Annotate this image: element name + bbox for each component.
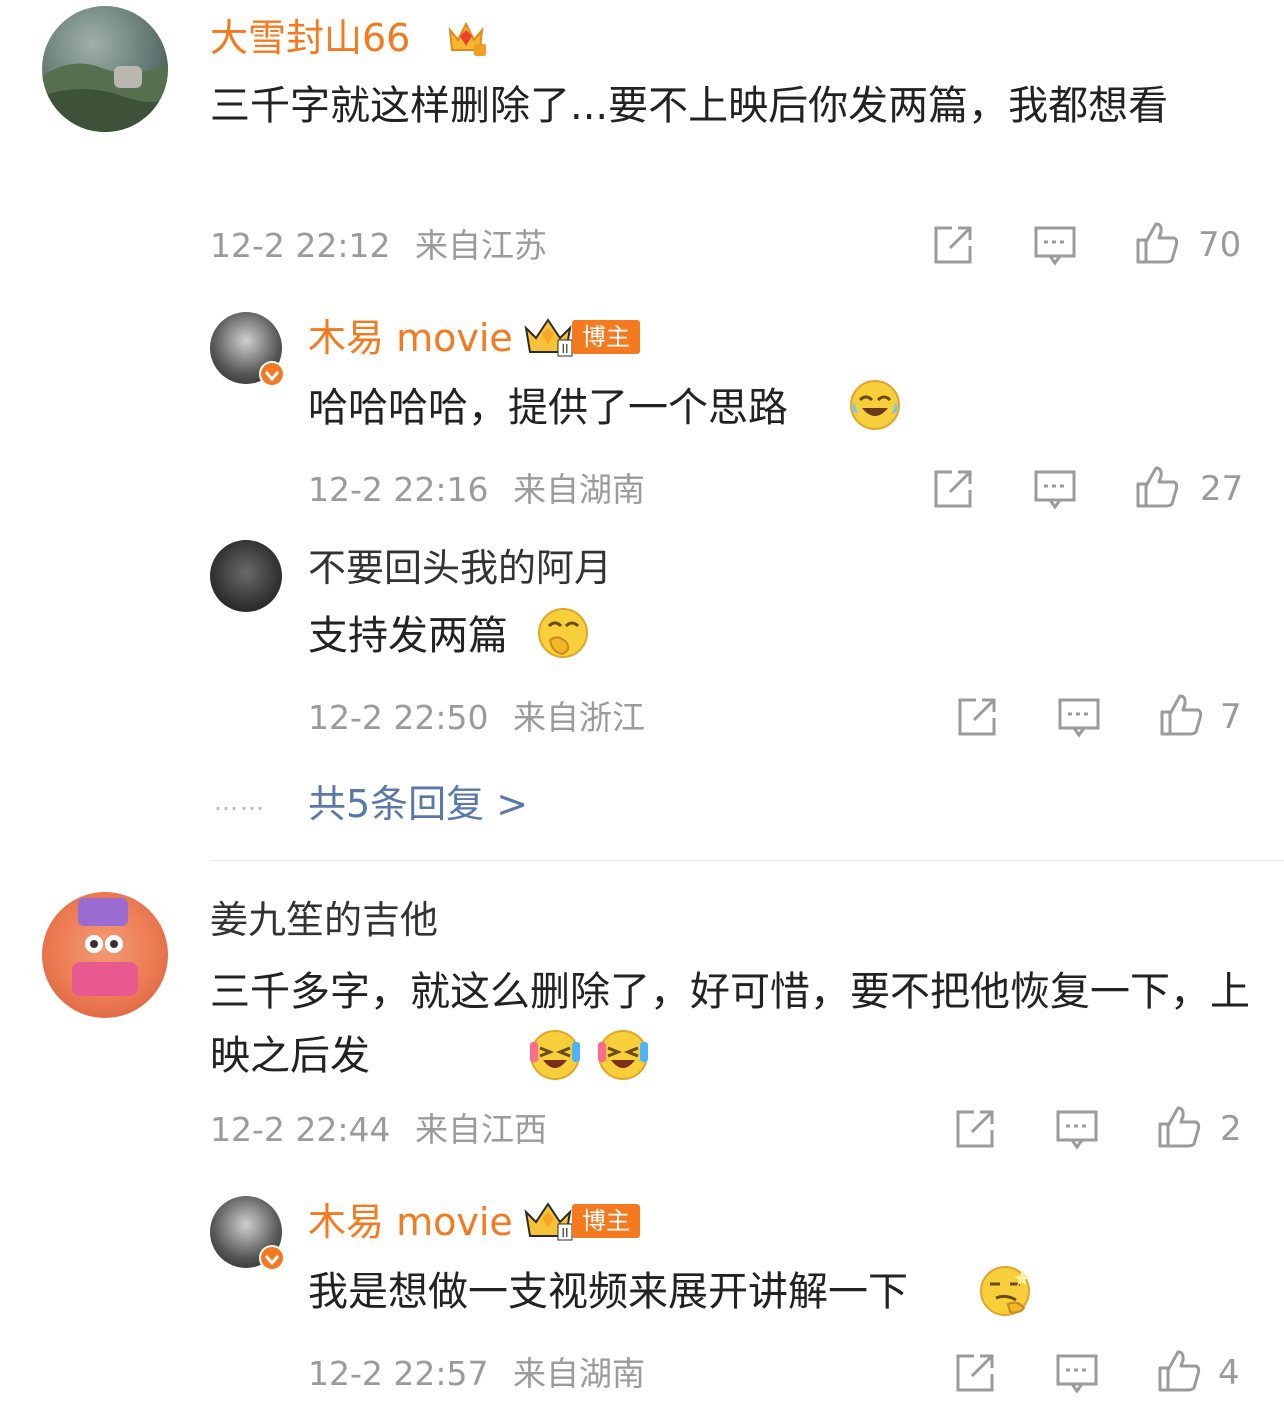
blogger-badge: 博主 xyxy=(572,1204,640,1238)
blogger-badge: 博主 xyxy=(572,320,640,354)
comment-icon[interactable] xyxy=(1032,466,1078,512)
location-text: 来自湖南 xyxy=(513,1354,645,1393)
more-replies-link[interactable]: 共5条回复 > xyxy=(308,782,528,826)
comment-text: 三千字就这样删除了...要不上映后你发两篇，我都想看 xyxy=(210,83,1169,129)
divider xyxy=(210,860,1284,861)
verified-icon xyxy=(259,361,285,387)
svg-text:II: II xyxy=(561,1226,568,1240)
comment-username[interactable]: 姜九笙的吉他 xyxy=(210,898,438,942)
crown-icon: II xyxy=(524,318,573,357)
reply-username[interactable]: 木易 movie xyxy=(308,316,513,360)
share-icon[interactable] xyxy=(952,1350,998,1396)
avatar[interactable] xyxy=(210,540,282,612)
joy-emoji xyxy=(530,1030,580,1080)
avatar[interactable] xyxy=(42,892,168,1018)
location-text: 来自湖南 xyxy=(513,470,645,509)
like-icon[interactable] xyxy=(1134,220,1180,266)
crown-icon: II xyxy=(524,1202,573,1241)
reply-text: 哈哈哈哈，提供了一个思路 xyxy=(308,385,788,431)
like-icon[interactable] xyxy=(1158,692,1204,738)
avatar-cartoon-image xyxy=(72,898,138,996)
cover-mouth-emoji xyxy=(538,608,588,658)
like-count: 4 xyxy=(1218,1353,1240,1393)
svg-text:II: II xyxy=(561,342,568,356)
comment-icon[interactable] xyxy=(1032,222,1078,268)
reply-time: 12-2 22:50 来自浙江 xyxy=(308,698,645,738)
smug-emoji xyxy=(980,1266,1030,1316)
like-icon[interactable] xyxy=(1156,1104,1202,1150)
location-text: 来自江苏 xyxy=(415,226,547,265)
laugh-cry-emoji xyxy=(850,380,900,430)
comment-time: 12-2 22:44 来自江西 xyxy=(210,1110,547,1150)
share-icon[interactable] xyxy=(954,694,1000,740)
share-icon[interactable] xyxy=(930,466,976,512)
like-count: 27 xyxy=(1200,469,1244,509)
location-text: 来自浙江 xyxy=(513,698,645,737)
comment-icon[interactable] xyxy=(1054,1106,1100,1152)
time-text: 12-2 22:44 xyxy=(210,1110,391,1149)
like-count: 7 xyxy=(1220,697,1242,737)
comment-text: 三千多字，就这么删除了，好可惜，要不把他恢复一下，上映之后发 xyxy=(210,969,1250,1079)
time-text: 12-2 22:12 xyxy=(210,226,391,265)
reply-time: 12-2 22:57 来自湖南 xyxy=(308,1354,645,1394)
comment-icon[interactable] xyxy=(1056,694,1102,740)
time-text: 12-2 22:50 xyxy=(308,698,489,737)
avatar[interactable] xyxy=(42,6,168,132)
like-count: 2 xyxy=(1220,1109,1242,1149)
comment-icon[interactable] xyxy=(1054,1350,1100,1396)
reply-time: 12-2 22:16 来自湖南 xyxy=(308,470,645,510)
share-icon[interactable] xyxy=(952,1106,998,1152)
avatar-landscape-image xyxy=(42,63,168,132)
comment-username[interactable]: 大雪封山66 xyxy=(210,16,410,60)
like-count: 70 xyxy=(1198,225,1242,265)
verified-icon xyxy=(259,1245,285,1271)
share-icon[interactable] xyxy=(930,222,976,268)
like-icon[interactable] xyxy=(1156,1348,1202,1394)
crown-icon xyxy=(448,21,486,56)
reply-text: 支持发两篇 xyxy=(308,613,508,659)
reply-username[interactable]: 不要回头我的阿月 xyxy=(308,546,612,590)
time-text: 12-2 22:57 xyxy=(308,1354,489,1393)
location-text: 来自江西 xyxy=(415,1110,547,1149)
reply-text: 我是想做一支视频来展开讲解一下 xyxy=(308,1269,908,1315)
reply-username[interactable]: 木易 movie xyxy=(308,1200,513,1244)
joy-emoji xyxy=(598,1030,648,1080)
comment-time: 12-2 22:12 来自江苏 xyxy=(210,226,547,266)
more-dots: …… xyxy=(214,788,266,816)
like-icon[interactable] xyxy=(1134,464,1180,510)
time-text: 12-2 22:16 xyxy=(308,470,489,509)
